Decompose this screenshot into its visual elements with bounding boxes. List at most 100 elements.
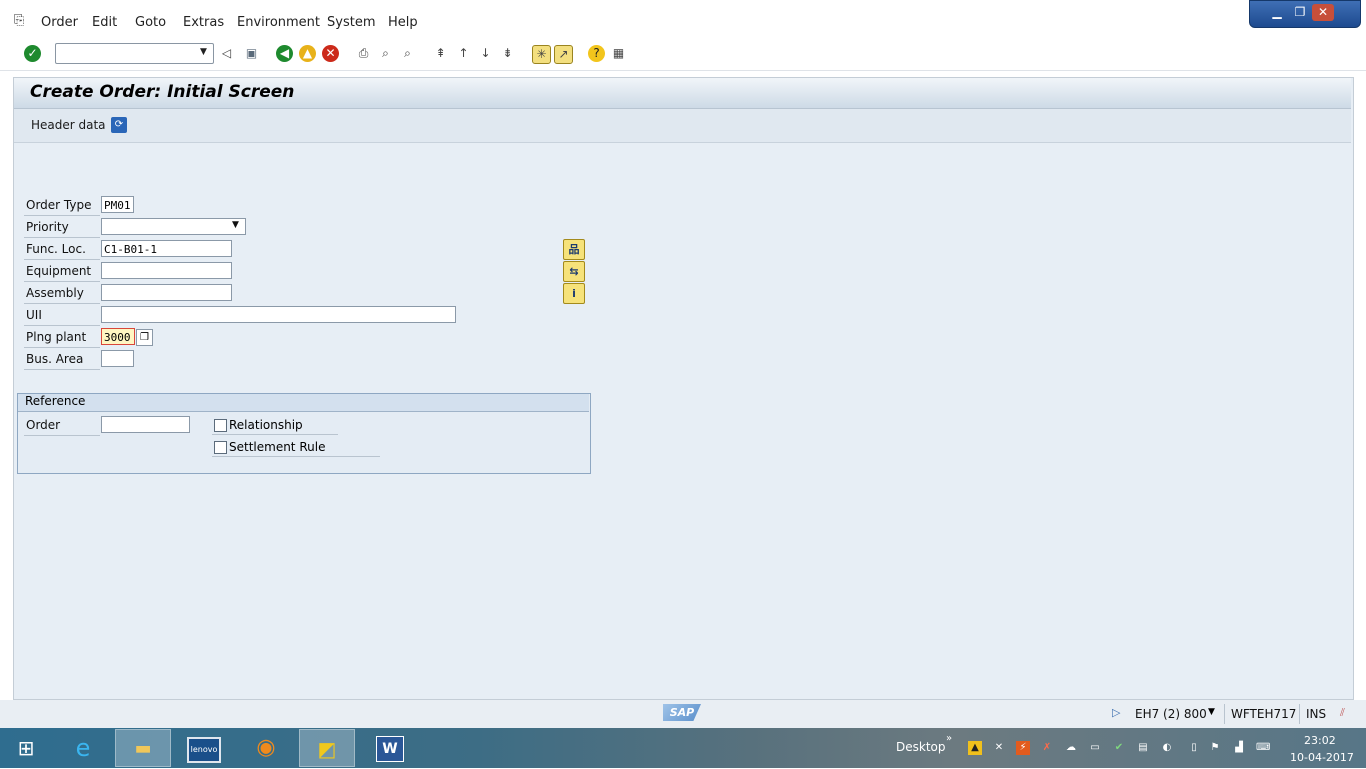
chevron-right-icon[interactable]: »: [946, 733, 952, 744]
divider: [24, 369, 100, 370]
bus-area-field[interactable]: [101, 350, 134, 367]
new-session-icon[interactable]: ✳: [532, 45, 551, 64]
tray-sap-icon[interactable]: ▲: [968, 741, 982, 755]
divider: [24, 347, 100, 348]
word-label: W: [376, 736, 404, 762]
menu-help[interactable]: Help: [388, 15, 418, 30]
monitor-icon[interactable]: ▭: [1088, 741, 1102, 755]
cancel-icon[interactable]: ✕: [322, 45, 339, 62]
header-data-button[interactable]: Header data: [31, 118, 106, 132]
back-icon[interactable]: ◀: [276, 45, 293, 62]
windows-start-icon[interactable]: ⊞: [0, 729, 52, 767]
settlement-rule-checkbox[interactable]: [214, 441, 227, 454]
keyboard-icon[interactable]: ⌨: [1256, 741, 1270, 755]
word-icon[interactable]: W: [362, 729, 418, 767]
menu-goto[interactable]: Goto: [135, 15, 166, 30]
file-explorer-icon[interactable]: ▬: [115, 729, 171, 767]
audio-icon[interactable]: ◐: [1160, 741, 1174, 755]
system-info: EH7 (2) 800: [1135, 707, 1207, 721]
refresh-icon[interactable]: ⟳: [111, 117, 127, 133]
flag-icon[interactable]: ⚑: [1208, 741, 1222, 755]
application-toolbar: [14, 109, 1351, 143]
cloud-icon[interactable]: ☁: [1064, 741, 1078, 755]
find-icon[interactable]: ⌕: [377, 45, 394, 62]
ref-order-field[interactable]: [101, 416, 190, 433]
save-icon[interactable]: ▣: [243, 45, 260, 62]
server-name: WFTEH717: [1231, 707, 1297, 721]
menu-system[interactable]: System: [327, 15, 375, 30]
enter-icon[interactable]: ✓: [24, 45, 41, 62]
divider: [24, 303, 100, 304]
back-small-icon[interactable]: ◁: [218, 45, 235, 62]
firefox-icon[interactable]: ◉: [238, 729, 294, 767]
find-next-icon[interactable]: ⌕: [399, 45, 416, 62]
divider: [24, 281, 100, 282]
lenovo-label: lenovo: [187, 737, 221, 763]
divider: [212, 456, 380, 457]
reference-group-header: [18, 394, 589, 412]
tray-app-icon[interactable]: ⚡: [1016, 741, 1030, 755]
restore-icon[interactable]: ❐: [1289, 4, 1311, 21]
lenovo-monitor-icon[interactable]: lenovo: [176, 729, 232, 767]
minimize-icon[interactable]: ▁: [1266, 4, 1288, 21]
relationship-checkbox[interactable]: [214, 419, 227, 432]
first-page-icon[interactable]: ⇞: [432, 45, 449, 62]
resize-grip-icon[interactable]: ⫽: [1340, 706, 1345, 720]
desktop-label[interactable]: Desktop: [896, 740, 946, 754]
hierarchy-icon[interactable]: ⇆: [563, 261, 585, 282]
close-icon[interactable]: ✕: [1312, 4, 1334, 21]
assembly-field[interactable]: [101, 284, 232, 301]
menu-extras[interactable]: Extras: [183, 15, 224, 30]
command-field[interactable]: [55, 43, 214, 64]
exit-icon[interactable]: ▲: [299, 45, 316, 62]
equipment-field[interactable]: [101, 262, 232, 279]
help-icon[interactable]: ?: [588, 45, 605, 62]
structure-icon[interactable]: 品: [563, 239, 585, 260]
relationship-label: Relationship: [229, 418, 303, 432]
battery-icon[interactable]: ▯: [1187, 741, 1201, 755]
network-icon[interactable]: ▤: [1136, 741, 1150, 755]
divider: [24, 325, 100, 326]
sap-logon-icon[interactable]: ◩: [299, 729, 355, 767]
print-icon[interactable]: ⎙: [355, 45, 372, 62]
menu-options-icon[interactable]: ⎘: [14, 13, 24, 28]
menu-environment[interactable]: Environment: [237, 15, 320, 30]
value-help-icon[interactable]: ❐: [136, 329, 153, 346]
divider: [1299, 704, 1300, 724]
order-type-field[interactable]: PM01: [101, 196, 134, 213]
next-page-icon[interactable]: ↓: [477, 45, 494, 62]
shield-icon[interactable]: ✔: [1112, 741, 1126, 755]
status-expand-icon[interactable]: ▷: [1112, 706, 1120, 719]
wifi-icon[interactable]: ▟: [1232, 741, 1246, 755]
chevron-down-icon[interactable]: ▼: [232, 220, 239, 230]
ref-order-label: Order: [26, 418, 61, 432]
main-area: [13, 77, 1354, 700]
window-controls: ▁ ❐ ✕: [1249, 0, 1361, 28]
chevron-down-icon[interactable]: ▼: [1208, 707, 1215, 717]
divider: [24, 237, 100, 238]
func-loc-field[interactable]: C1-B01-1: [101, 240, 232, 257]
settlement-rule-label: Settlement Rule: [229, 440, 326, 454]
menu-order[interactable]: Order: [41, 15, 78, 30]
shortcut-icon[interactable]: ↗: [554, 45, 573, 64]
uii-field[interactable]: [101, 306, 456, 323]
plng-plant-field[interactable]: 3000: [101, 328, 135, 345]
layout-icon[interactable]: ▦: [610, 45, 627, 62]
clock-time[interactable]: 23:02: [1304, 734, 1336, 747]
chevron-down-icon[interactable]: ▼: [195, 43, 212, 62]
tray-tool-icon[interactable]: ✗: [1040, 741, 1054, 755]
bus-area-label: Bus. Area: [26, 352, 84, 366]
priority-select[interactable]: [101, 218, 246, 235]
clock-date[interactable]: 10-04-2017: [1290, 751, 1354, 764]
prev-page-icon[interactable]: ↑: [455, 45, 472, 62]
divider: [212, 434, 338, 435]
last-page-icon[interactable]: ⇟: [499, 45, 516, 62]
divider: [24, 435, 100, 436]
info-icon[interactable]: i: [563, 283, 585, 304]
insert-mode: INS: [1306, 707, 1327, 721]
priority-label: Priority: [26, 220, 69, 234]
menu-edit[interactable]: Edit: [92, 15, 117, 30]
mute-icon[interactable]: ✕: [992, 741, 1006, 755]
divider: [24, 259, 100, 260]
internet-explorer-icon[interactable]: e: [55, 729, 111, 767]
